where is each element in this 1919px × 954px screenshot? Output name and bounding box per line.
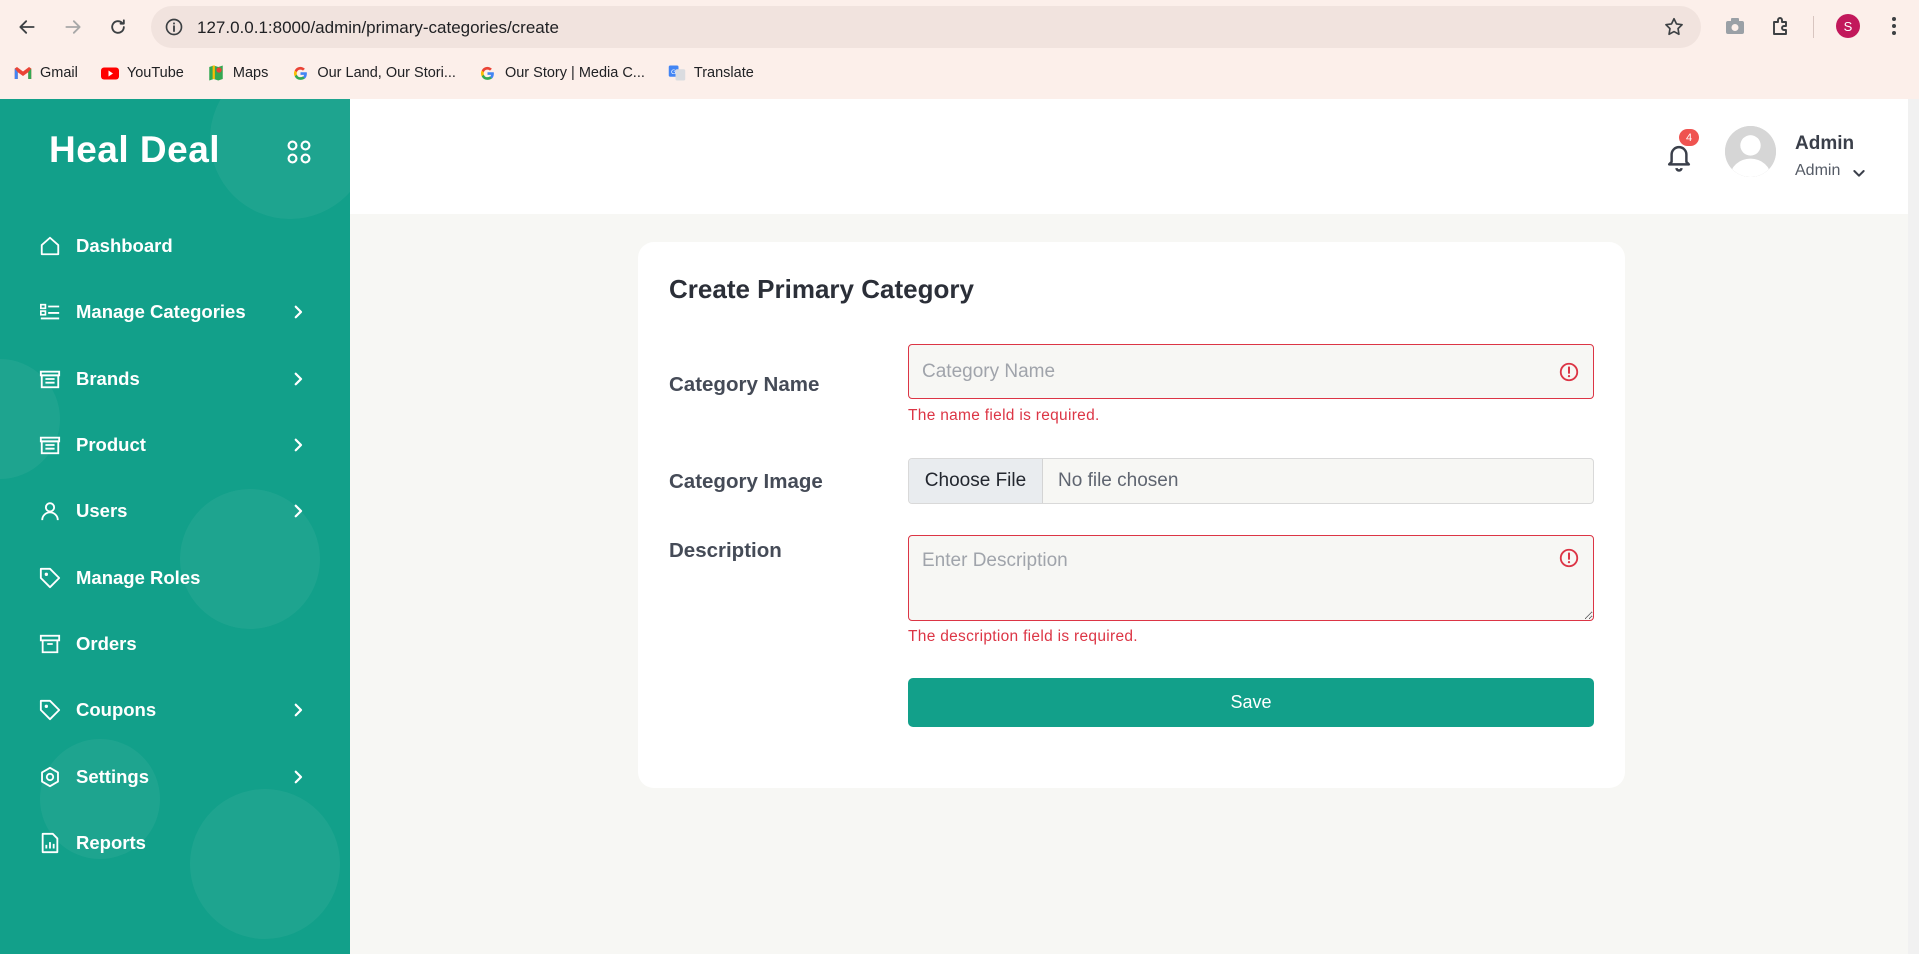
chevron-down-icon[interactable]: [1851, 165, 1867, 181]
archive-icon: [39, 633, 61, 655]
site-info-icon[interactable]: [164, 17, 184, 37]
error-icon: [1559, 362, 1579, 382]
category-image-label: Category Image: [669, 470, 823, 493]
maps-icon: [207, 64, 225, 82]
page-scrollbar[interactable]: [1908, 99, 1919, 954]
bookmark-translate[interactable]: G Translate: [668, 64, 754, 82]
user-avatar-icon: [1725, 126, 1776, 177]
user-role[interactable]: Admin: [1795, 162, 1840, 180]
choose-file-button[interactable]: Choose File: [909, 459, 1043, 503]
description-error: The description field is required.: [908, 628, 1138, 645]
chevron-right-icon: [294, 703, 303, 717]
list-icon: [39, 301, 61, 323]
chevron-right-icon: [294, 770, 303, 783]
chevron-right-icon: [294, 438, 303, 452]
more-vertical-icon[interactable]: [1882, 14, 1906, 38]
address-bar[interactable]: 127.0.0.1:8000/admin/primary-categories/…: [151, 6, 1701, 48]
youtube-icon: [100, 64, 119, 82]
sidebar-menu: Dashboard Manage Categories Brands Produ…: [0, 213, 350, 876]
sidebar-item-dashboard[interactable]: Dashboard: [0, 213, 350, 279]
sidebar: Heal Deal Dashboard Manage Categories Br…: [0, 99, 350, 954]
sidebar-item-users[interactable]: Users: [0, 478, 350, 544]
svg-text:G: G: [671, 69, 676, 76]
reload-icon: [111, 19, 125, 34]
arrow-left-icon: [19, 20, 35, 34]
report-icon: [39, 832, 61, 854]
sidebar-item-product[interactable]: Product: [0, 412, 350, 478]
save-button[interactable]: Save: [908, 678, 1594, 727]
tag-icon: [39, 699, 61, 721]
bookmark-star-icon[interactable]: [1663, 16, 1685, 38]
translate-icon: G: [668, 64, 686, 82]
category-name-input[interactable]: [908, 344, 1594, 399]
create-category-card: Create Primary Category Category Name Th…: [638, 242, 1625, 788]
chevron-right-icon: [294, 372, 303, 386]
notification-badge: 4: [1679, 129, 1699, 146]
menu-grid-icon[interactable]: [286, 139, 312, 165]
tag-icon: [39, 567, 61, 589]
store-icon: [39, 434, 61, 456]
extensions-icon[interactable]: [1769, 14, 1793, 38]
sidebar-item-coupons[interactable]: Coupons: [0, 677, 350, 743]
browser-chrome: 127.0.0.1:8000/admin/primary-categories/…: [0, 0, 1919, 99]
url-text[interactable]: 127.0.0.1:8000/admin/primary-categories/…: [197, 18, 559, 38]
description-textarea[interactable]: [908, 535, 1594, 621]
gmail-icon: [14, 64, 32, 82]
reload-button[interactable]: [104, 13, 132, 41]
brand-logo[interactable]: Heal Deal: [49, 129, 220, 171]
forward-button[interactable]: [59, 13, 87, 41]
sidebar-item-settings[interactable]: Settings: [0, 743, 350, 809]
user-icon: [39, 500, 61, 522]
arrow-right-icon: [65, 20, 81, 34]
google-icon: [291, 64, 309, 82]
page-title: Create Primary Category: [669, 274, 974, 304]
bookmark-our-land[interactable]: Our Land, Our Stori...: [291, 64, 456, 82]
description-label: Description: [669, 539, 782, 562]
bookmark-our-story[interactable]: Our Story | Media C...: [479, 64, 645, 82]
google-icon: [479, 64, 497, 82]
sidebar-item-orders[interactable]: Orders: [0, 611, 350, 677]
bookmarks-bar: Gmail YouTube Maps Our Land, Our Stori..…: [14, 62, 777, 84]
camera-icon[interactable]: [1723, 14, 1747, 38]
bookmark-maps[interactable]: Maps: [207, 64, 268, 82]
category-name-label: Category Name: [669, 373, 820, 396]
sidebar-item-manage-categories[interactable]: Manage Categories: [0, 279, 350, 345]
sidebar-item-brands[interactable]: Brands: [0, 346, 350, 412]
back-button[interactable]: [13, 13, 41, 41]
bookmark-gmail[interactable]: Gmail: [14, 64, 78, 82]
category-image-file-input[interactable]: Choose File No file chosen: [908, 458, 1594, 504]
toolbar-divider: [1813, 16, 1814, 38]
sidebar-item-manage-roles[interactable]: Manage Roles: [0, 544, 350, 610]
file-status: No file chosen: [1058, 470, 1179, 491]
avatar[interactable]: [1725, 126, 1776, 177]
user-name[interactable]: Admin: [1795, 133, 1854, 155]
store-icon: [39, 368, 61, 390]
chevron-right-icon: [294, 504, 303, 518]
decor-bubble: [210, 99, 350, 219]
profile-avatar[interactable]: S: [1836, 14, 1860, 38]
error-icon: [1559, 548, 1579, 568]
bookmark-youtube[interactable]: YouTube: [100, 64, 184, 82]
home-icon: [39, 235, 61, 257]
gear-icon: [39, 766, 61, 788]
chevron-right-icon: [294, 306, 303, 319]
category-name-error: The name field is required.: [908, 407, 1100, 424]
sidebar-item-reports[interactable]: Reports: [0, 810, 350, 876]
